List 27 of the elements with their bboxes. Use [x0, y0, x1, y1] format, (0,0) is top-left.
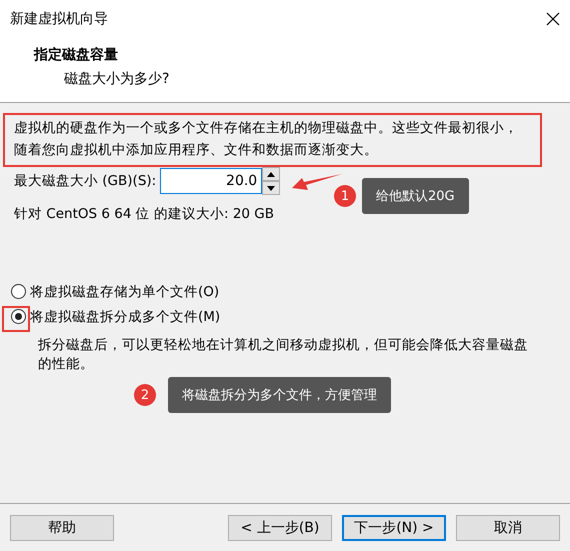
radio-button[interactable]	[11, 309, 26, 324]
disk-size-field[interactable]: 20.0	[160, 168, 262, 194]
step-badge: 1	[334, 185, 356, 207]
wizard-button[interactable]: 取消	[456, 514, 560, 540]
window-title: 新建虚拟机向导	[10, 10, 108, 28]
annotation-tooltip: 给他默认20G	[362, 178, 469, 214]
split-note: 拆分磁盘后，可以更轻松地在计算机之间移动虚拟机，但可能会降低大容量磁盘的性能。	[38, 336, 529, 374]
wizard-button[interactable]: 帮助	[10, 514, 114, 540]
step-badge: 2	[134, 384, 156, 406]
recommendation-text: 针对 CentOS 6 64 位 的建议大小: 20 GB	[14, 205, 276, 224]
close-icon[interactable]	[546, 12, 560, 26]
radio-label[interactable]: 将虚拟磁盘拆分成多个文件(M)	[30, 306, 220, 328]
page-heading: 指定磁盘容量	[34, 46, 119, 64]
radio-button[interactable]	[11, 284, 26, 299]
radio-label[interactable]: 将虚拟磁盘存储为单个文件(O)	[30, 280, 220, 302]
spin-down-button[interactable]	[262, 181, 280, 195]
down-triangle-icon	[267, 186, 276, 190]
field-label: 最大磁盘大小 (GB)(S):	[14, 172, 156, 191]
annotation-tooltip: 将磁盘拆分为多个文件，方便管理	[168, 377, 391, 413]
intro-text: 虚拟机的硬盘作为一个或多个文件存储在主机的物理磁盘中。这些文件最初很小，	[14, 119, 519, 138]
intro-text: 随着您向虚拟机中添加应用程序、文件和数据而逐渐变大。	[14, 141, 379, 160]
spin-up-button[interactable]	[262, 167, 280, 181]
up-triangle-icon	[267, 172, 276, 176]
wizard-button[interactable]: 下一步(N) >	[342, 514, 446, 540]
highlight-frame	[2, 306, 30, 332]
wizard-button[interactable]: < 上一步(B)	[228, 514, 332, 540]
page-subheading: 磁盘大小为多少?	[64, 70, 170, 88]
